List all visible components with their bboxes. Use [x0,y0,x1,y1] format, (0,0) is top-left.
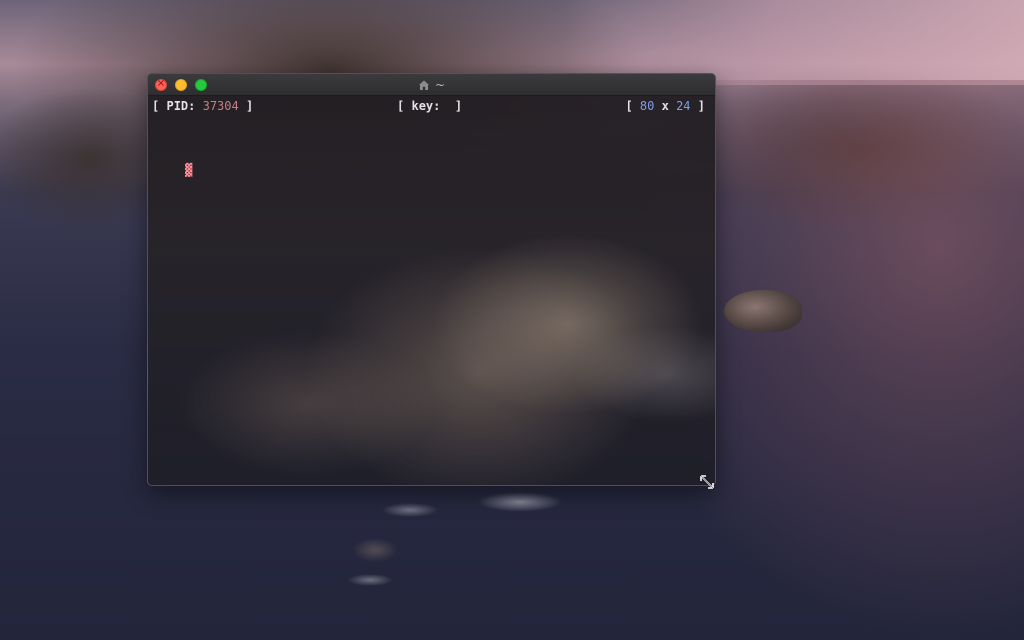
close-icon: × [156,78,166,89]
wallpaper-rocks [320,480,620,590]
key-label: key: [411,99,441,113]
wallpaper-islet [724,290,802,332]
bracket-close: ] [454,99,463,113]
pid-label: PID: [166,99,196,113]
bracket-open: [ [397,99,405,113]
zoom-button[interactable] [195,79,207,91]
pid-value: 37304 [202,99,239,113]
resize-diagonal-icon[interactable] [698,473,716,491]
window-title-group: ~ [148,74,715,96]
terminal-window[interactable]: × ~ [ PID: 37304 ] [ key: ] [ 80 x 24 ] … [147,73,716,486]
desktop-wallpaper: × ~ [ PID: 37304 ] [ key: ] [ 80 x 24 ] … [0,0,1024,640]
size-status: [ 80 x 24 ] [625,98,705,114]
minimize-button[interactable] [175,79,187,91]
title-bar[interactable]: × ~ [148,74,715,96]
pid-status: [ PID: 37304 ] [152,98,253,114]
rows-value: 24 [676,99,691,113]
bracket-close: ] [245,99,254,113]
terminal-cursor: ▓ [185,163,193,177]
size-separator: x [661,99,669,113]
close-button[interactable]: × [155,78,167,91]
bracket-open: [ [152,99,160,113]
cols-value: 80 [639,99,655,113]
bracket-open: [ [625,99,633,113]
home-icon [418,80,429,90]
window-title: ~ [434,78,446,92]
key-status: [ key: ] [397,98,462,114]
bracket-close: ] [697,99,705,113]
